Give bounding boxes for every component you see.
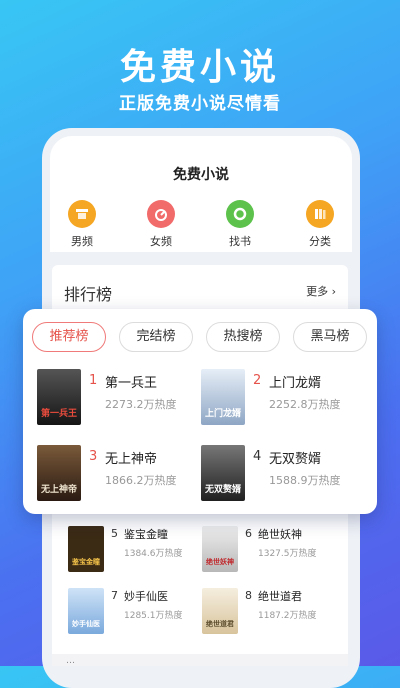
book-heat: 1588.9万热度 — [269, 474, 341, 487]
book-rank: 5 — [111, 527, 118, 540]
book-title: 鉴宝金瞳 — [124, 528, 168, 541]
book-item[interactable]: 无双赘婿 4 无双赘婿 1588.9万热度 — [201, 445, 371, 505]
book-title: 上门龙婿 — [269, 376, 322, 391]
book-heat: 2252.8万热度 — [269, 398, 341, 411]
book-cover: 绝世道君 — [202, 588, 238, 634]
book-rank: 4 — [253, 449, 262, 464]
book-rank: 3 — [89, 449, 98, 464]
book-rank: 1 — [89, 373, 98, 388]
category-classify[interactable]: 分类 — [290, 200, 350, 249]
category-icon — [306, 200, 334, 228]
book-heat: 2273.2万热度 — [105, 398, 177, 411]
book-rank: 6 — [245, 527, 252, 540]
book-cover: 妙手仙医 — [68, 588, 104, 634]
category-male[interactable]: 男频 — [52, 200, 112, 249]
ranking-list-continued: 鉴宝金瞳 5 鉴宝金瞳 1384.6万热度 绝世妖神 6 绝世妖神 1327.5… — [52, 514, 348, 654]
category-find-book[interactable]: 找书 — [210, 200, 270, 249]
next-section-text: … — [66, 656, 75, 666]
book-cover: 上门龙婿 — [201, 369, 245, 425]
book-heat: 1384.6万热度 — [124, 549, 183, 559]
book-title: 绝世妖神 — [258, 528, 302, 541]
book-rank: 2 — [253, 373, 262, 388]
book-item[interactable]: 绝世妖神 6 绝世妖神 1327.5万热度 — [202, 526, 342, 576]
book-item[interactable]: 绝世道君 8 绝世道君 1187.2万热度 — [202, 588, 342, 638]
category-row: 男频 女频 找书 分类 — [52, 200, 352, 252]
book-cover: 绝世妖神 — [202, 526, 238, 572]
tab-hot-search[interactable]: 热搜榜 — [206, 322, 280, 352]
next-section-peek: … — [52, 654, 348, 666]
book-heat: 1285.1万热度 — [124, 611, 183, 621]
book-item[interactable]: 妙手仙医 7 妙手仙医 1285.1万热度 — [68, 588, 208, 638]
ranking-more-link[interactable]: 更多 › — [306, 283, 336, 299]
book-item[interactable]: 上门龙婿 2 上门龙婿 2252.8万热度 — [201, 369, 371, 429]
book-rank: 7 — [111, 589, 118, 602]
category-label: 女频 — [150, 235, 172, 248]
banner-subline: 正版免费小说尽情看 — [119, 94, 281, 114]
tab-completed[interactable]: 完结榜 — [119, 322, 193, 352]
category-label: 男频 — [71, 235, 93, 248]
female-channel-icon — [147, 200, 175, 228]
book-cover: 无双赘婿 — [201, 445, 245, 501]
male-channel-icon — [68, 200, 96, 228]
app-title: 免费小说 — [173, 167, 229, 183]
tab-recommended[interactable]: 推荐榜 — [32, 322, 106, 352]
book-item[interactable]: 第一兵王 1 第一兵王 2273.2万热度 — [37, 369, 197, 429]
book-title: 妙手仙医 — [124, 590, 168, 603]
book-cover: 鉴宝金瞳 — [68, 526, 104, 572]
category-female[interactable]: 女频 — [131, 200, 191, 249]
find-book-icon — [226, 200, 254, 228]
book-heat: 1327.5万热度 — [258, 549, 317, 559]
book-cover: 无上神帝 — [37, 445, 81, 501]
book-title: 无双赘婿 — [269, 452, 322, 467]
book-heat: 1866.2万热度 — [105, 474, 177, 487]
book-item[interactable]: 鉴宝金瞳 5 鉴宝金瞳 1384.6万热度 — [68, 526, 208, 576]
book-cover: 第一兵王 — [37, 369, 81, 425]
book-heat: 1187.2万热度 — [258, 611, 317, 621]
book-rank: 8 — [245, 589, 252, 602]
book-title: 第一兵王 — [105, 376, 158, 391]
category-label: 分类 — [309, 235, 331, 248]
book-title: 无上神帝 — [105, 452, 158, 467]
banner-headline: 免费小说 — [119, 47, 280, 88]
book-title: 绝世道君 — [258, 590, 302, 603]
ranking-popup-card: 推荐榜 完结榜 热搜榜 黑马榜 第一兵王 1 第一兵王 2273.2万热度 上门… — [23, 309, 377, 514]
book-item[interactable]: 无上神帝 3 无上神帝 1866.2万热度 — [37, 445, 197, 505]
category-label: 找书 — [229, 235, 251, 248]
tab-dark-horse[interactable]: 黑马榜 — [293, 322, 367, 352]
ranking-title: 排行榜 — [64, 285, 113, 304]
